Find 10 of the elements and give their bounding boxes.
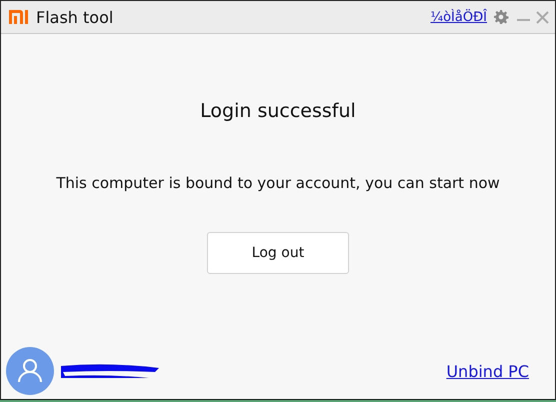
language-link[interactable]: ¼òÌåÖÐÎ xyxy=(430,10,487,24)
status-heading: Login successful xyxy=(200,100,356,122)
window-title: Flash tool xyxy=(36,8,114,26)
status-message: This computer is bound to your account, you can start now xyxy=(56,174,500,192)
unbind-link[interactable]: Unbind PC xyxy=(446,362,529,380)
avatar-icon[interactable] xyxy=(6,347,54,395)
logo-icon xyxy=(9,10,28,24)
logout-button[interactable]: Log out xyxy=(207,232,349,274)
close-icon[interactable] xyxy=(536,10,549,24)
settings-icon[interactable] xyxy=(493,9,509,25)
